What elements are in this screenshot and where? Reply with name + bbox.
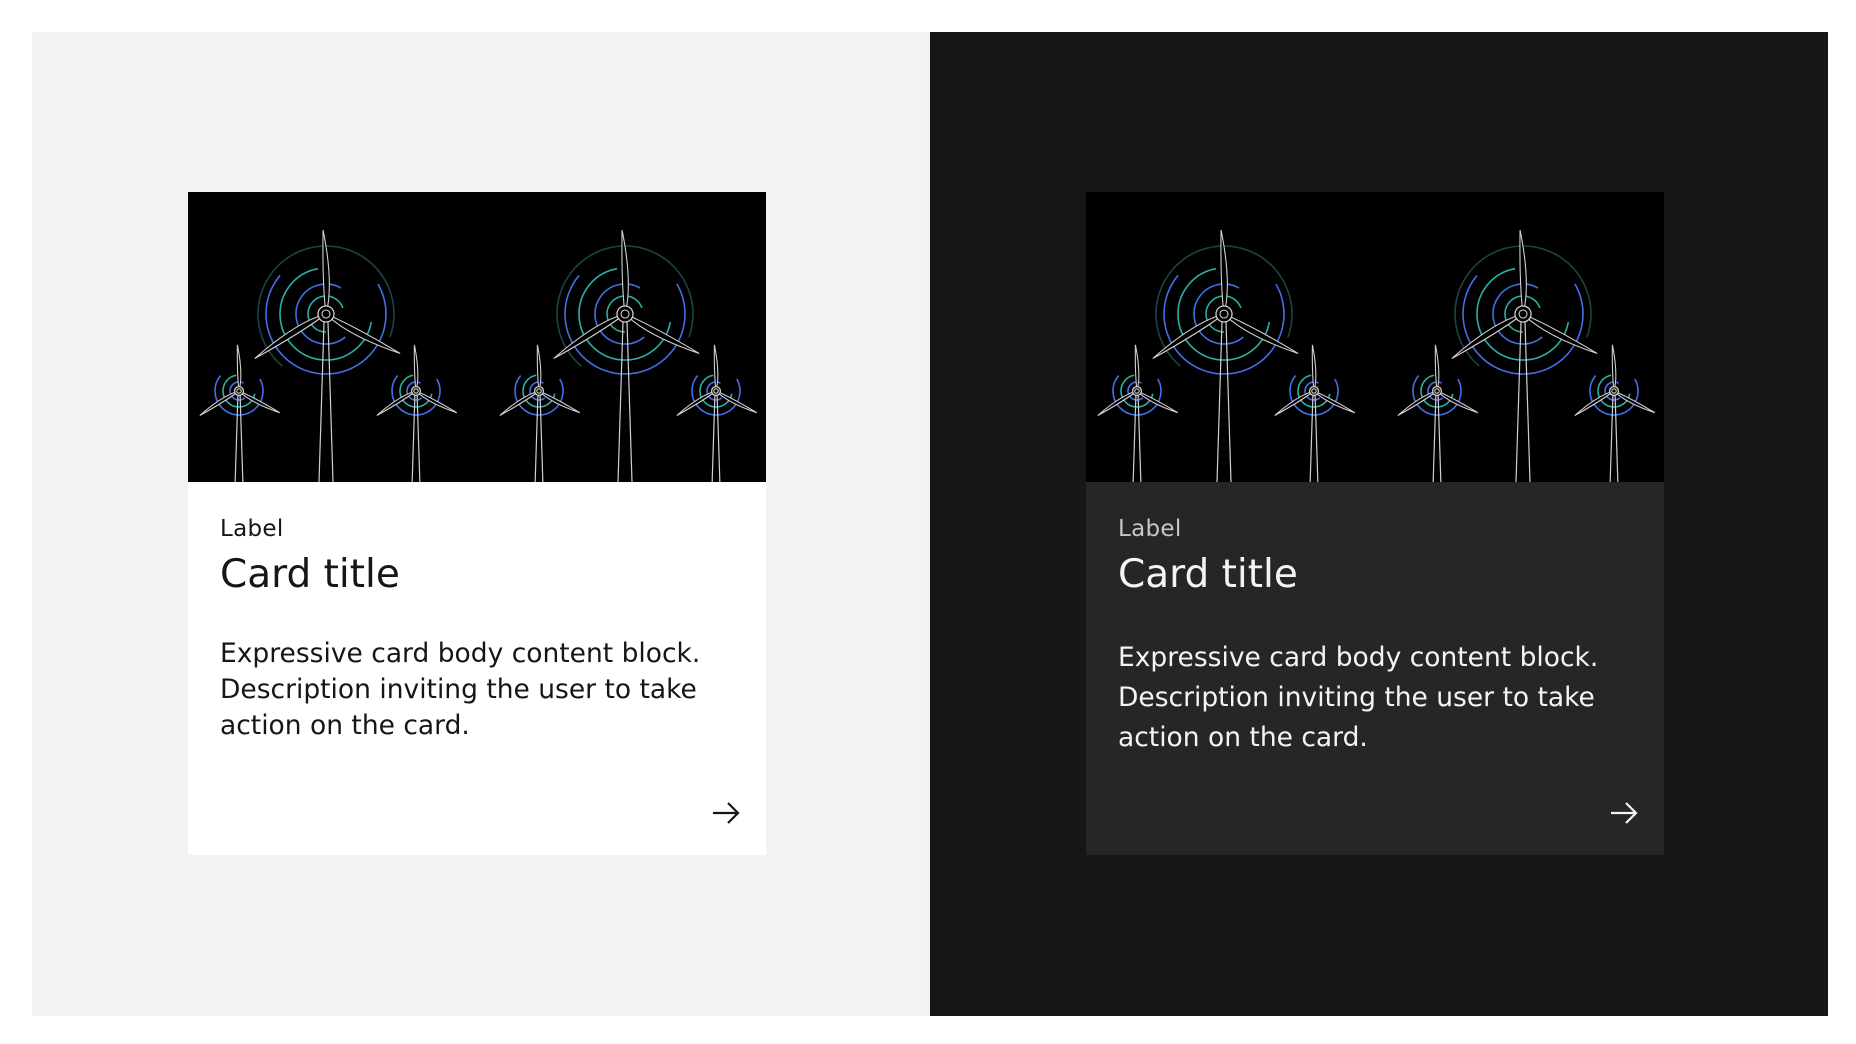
card-title: Card title xyxy=(1118,552,1298,597)
card-label: Label xyxy=(220,516,284,542)
wind-turbine xyxy=(1274,344,1356,482)
wind-turbine xyxy=(376,344,458,482)
card-body: Expressive card body content block. Desc… xyxy=(1118,642,1599,753)
wind-turbines-illustration xyxy=(199,229,758,482)
card-body: Expressive card body content block. Desc… xyxy=(220,638,701,741)
wind-turbine xyxy=(254,229,401,482)
wind-turbine xyxy=(676,344,758,482)
wind-turbine xyxy=(553,229,700,482)
card-content: Label Card title Expressive card body co… xyxy=(188,482,766,855)
arrow-right-icon[interactable] xyxy=(1608,797,1640,829)
dark-theme-panel: Label Card title Expressive card body co… xyxy=(930,32,1828,1016)
expressive-card-light[interactable]: Label Card title Expressive card body co… xyxy=(188,192,766,855)
light-theme-panel: Label Card title Expressive card body co… xyxy=(32,32,930,1016)
card-label: Label xyxy=(1118,516,1182,542)
card-image xyxy=(188,192,766,482)
card-image xyxy=(1086,192,1664,482)
wind-turbine xyxy=(1097,344,1179,482)
expressive-card-dark[interactable]: Label Card title Expressive card body co… xyxy=(1086,192,1664,855)
card-content: Label Card title Expressive card body co… xyxy=(1086,482,1664,855)
card-title: Card title xyxy=(220,552,400,597)
wind-turbine xyxy=(1451,229,1598,482)
arrow-right-icon[interactable] xyxy=(710,797,742,829)
wind-turbine xyxy=(1574,344,1656,482)
wind-turbine xyxy=(499,344,581,482)
wind-turbines-illustration xyxy=(1097,229,1656,482)
theme-comparison: Label Card title Expressive card body co… xyxy=(32,32,1828,1016)
wind-turbine xyxy=(1152,229,1299,482)
wind-turbine xyxy=(1397,344,1479,482)
wind-turbine xyxy=(199,344,281,482)
